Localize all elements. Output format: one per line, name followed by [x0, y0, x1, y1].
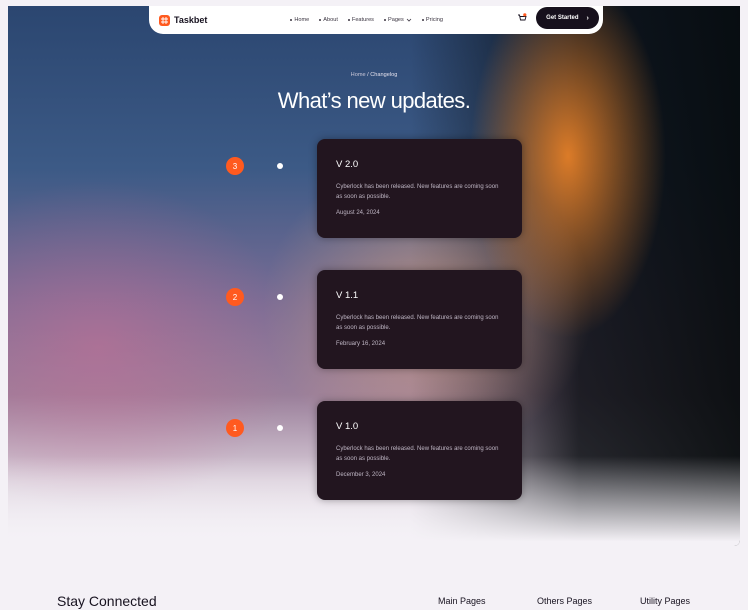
footer-column-utility-pages: Utility Pages [640, 596, 691, 606]
breadcrumb-current: Changelog [370, 72, 398, 78]
nav-item-label: Pricing [425, 17, 443, 23]
version-description: Cyberlock has been released. New feature… [336, 446, 499, 462]
timeline-dot [277, 425, 283, 431]
page-title: What’s new updates. [277, 88, 471, 113]
nav-item-features[interactable]: Features [347, 17, 374, 23]
changelog-card: V 1.1 Cyberlock has been released. New f… [317, 270, 522, 369]
timeline-index-badge: 2 [226, 288, 244, 306]
nav-item-label: Home [294, 17, 310, 23]
timeline-dot [277, 163, 283, 169]
version-title: V 1.1 [336, 290, 359, 301]
cart-icon[interactable] [517, 13, 527, 23]
changelog-card: V 2.0 Cyberlock has been released. New f… [317, 139, 522, 238]
bullet-icon [319, 19, 322, 21]
brand-logo[interactable]: Taskbet [159, 14, 208, 26]
nav-item-home[interactable]: Home [290, 17, 309, 23]
version-date: December 3, 2024 [336, 472, 386, 478]
timeline-index-badge: 3 [226, 157, 244, 175]
top-navbar: Taskbet Home About Features Pages Pricin… [149, 6, 603, 34]
footer-title: Stay Connected [57, 593, 157, 609]
timeline-index-badge: 1 [226, 419, 244, 437]
breadcrumb-home[interactable]: Home [351, 72, 366, 78]
version-title: V 2.0 [336, 159, 359, 170]
nav-item-label: About [323, 17, 338, 23]
logo-mark-icon [159, 14, 170, 26]
bullet-icon [383, 19, 386, 21]
bullet-icon [290, 19, 293, 21]
nav-item-about[interactable]: About [319, 17, 338, 23]
footer-column-main-pages: Main Pages [438, 596, 486, 606]
nav-item-label: Pages [387, 17, 404, 23]
version-title: V 1.0 [336, 421, 359, 432]
bullet-icon [421, 19, 424, 21]
nav-item-pricing[interactable]: Pricing [421, 17, 443, 23]
main-menu: Home About Features Pages Pricing [290, 17, 453, 23]
footer-column-others-pages: Others Pages [537, 596, 593, 606]
bullet-icon [347, 19, 350, 21]
version-date: August 24, 2024 [336, 210, 380, 216]
timeline-dot [277, 294, 283, 300]
nav-item-pages[interactable]: Pages [383, 17, 412, 23]
get-started-label: Get Started [546, 15, 579, 21]
changelog-card: V 1.0 Cyberlock has been released. New f… [317, 401, 522, 500]
chevron-down-icon [406, 18, 412, 22]
nav-item-label: Features [351, 17, 374, 23]
version-description: Cyberlock has been released. New feature… [336, 315, 499, 331]
chevron-right-icon: › [586, 14, 589, 22]
version-description: Cyberlock has been released. New feature… [336, 184, 499, 200]
brand-name: Taskbet [174, 15, 208, 25]
breadcrumb: Home / Changelog [0, 72, 748, 78]
get-started-button[interactable]: Get Started › [536, 7, 599, 29]
version-date: February 16, 2024 [336, 341, 386, 347]
